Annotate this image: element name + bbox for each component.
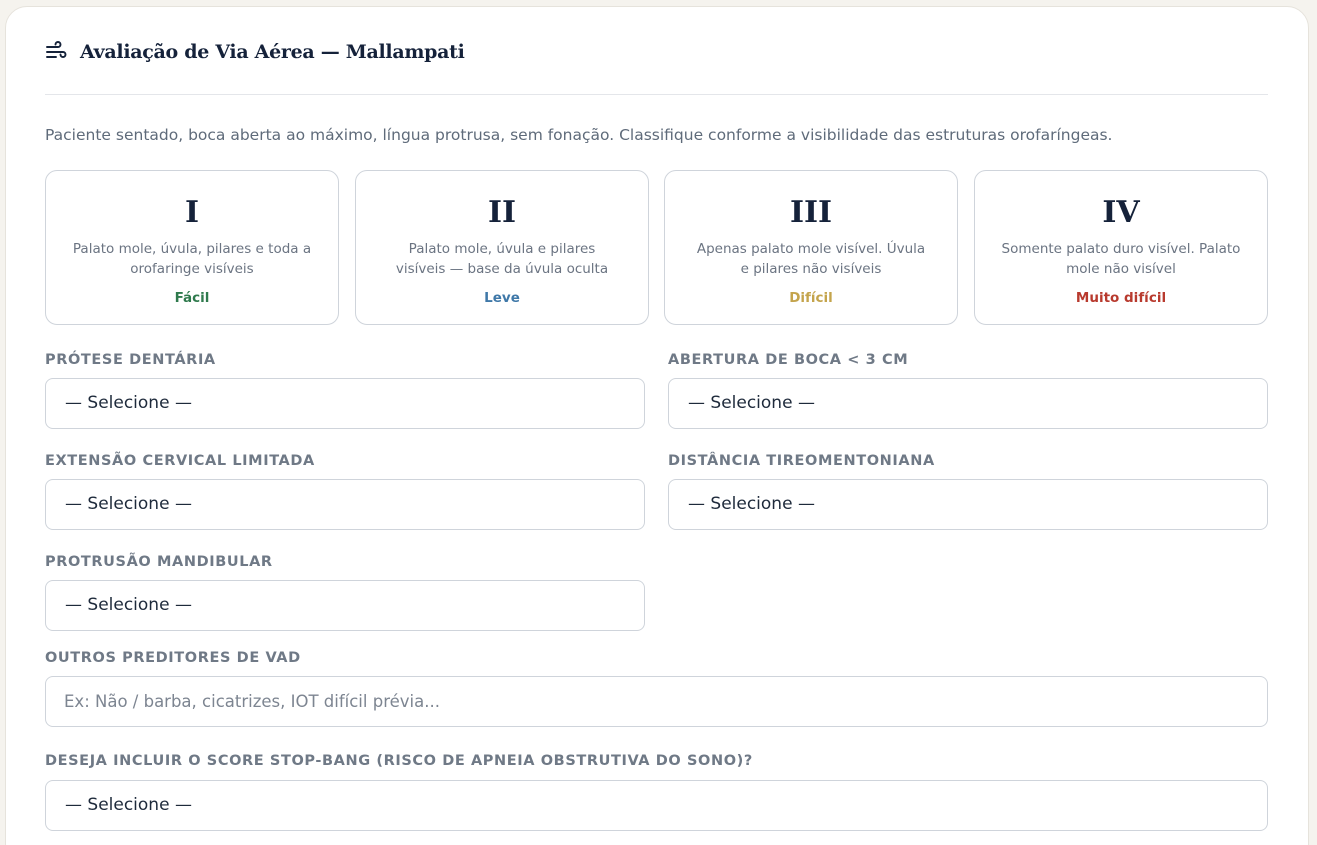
protrusao-select[interactable]: — Selecione — — [45, 580, 645, 631]
protese-select[interactable]: — Selecione — — [45, 378, 645, 429]
abertura-select[interactable]: — Selecione — — [668, 378, 1268, 429]
stopbang-label: DESEJA INCLUIR O SCORE STOP-BANG (RISCO … — [45, 753, 753, 769]
grade-difficulty: Leve — [484, 290, 520, 306]
distancia-select[interactable]: — Selecione — — [668, 479, 1268, 530]
mallampati-grade-4-card[interactable]: IV Somente palato duro visível. Palato m… — [974, 170, 1268, 325]
grade-numeral: I — [184, 195, 200, 230]
section-header: Avaliação de Via Aérea — Mallampati — [45, 38, 1268, 95]
instructions-text: Paciente sentado, boca aberta ao máximo,… — [45, 126, 1113, 144]
grade-description: Apenas palato mole visível. Úvula e pila… — [696, 241, 926, 277]
distancia-label: DISTÂNCIA TIREOMENTONIANA — [668, 453, 935, 469]
protese-label: PRÓTESE DENTÁRIA — [45, 352, 216, 368]
outros-input[interactable] — [45, 676, 1268, 727]
protrusao-label: PROTRUSÃO MANDIBULAR — [45, 554, 273, 570]
grade-difficulty: Fácil — [174, 290, 210, 306]
wind-icon — [46, 41, 67, 58]
stopbang-select[interactable]: — Selecione — — [45, 780, 1268, 831]
mallampati-grade-1-card[interactable]: I Palato mole, úvula, pilares e toda a o… — [45, 170, 339, 325]
grade-description: Palato mole, úvula, pilares e toda a oro… — [72, 241, 312, 277]
abertura-label: ABERTURA DE BOCA < 3 CM — [668, 352, 909, 368]
section-title: Avaliação de Via Aérea — Mallampati — [80, 41, 465, 63]
grade-difficulty: Muito difícil — [1075, 290, 1167, 306]
extensao-select[interactable]: — Selecione — — [45, 479, 645, 530]
grade-description: Somente palato duro visível. Palato mole… — [1001, 241, 1241, 277]
extensao-label: EXTENSÃO CERVICAL LIMITADA — [45, 453, 315, 469]
mallampati-grade-2-card[interactable]: II Palato mole, úvula e pilares visíveis… — [355, 170, 649, 325]
grade-numeral: III — [789, 195, 833, 230]
grade-numeral: IV — [1102, 195, 1140, 230]
mallampati-grade-3-card[interactable]: III Apenas palato mole visível. Úvula e … — [664, 170, 958, 325]
outros-label: OUTROS PREDITORES DE VAD — [45, 650, 301, 666]
grade-description: Palato mole, úvula e pilares visíveis — … — [395, 241, 609, 277]
grade-numeral: II — [487, 195, 517, 230]
grade-difficulty: Difícil — [789, 290, 833, 306]
